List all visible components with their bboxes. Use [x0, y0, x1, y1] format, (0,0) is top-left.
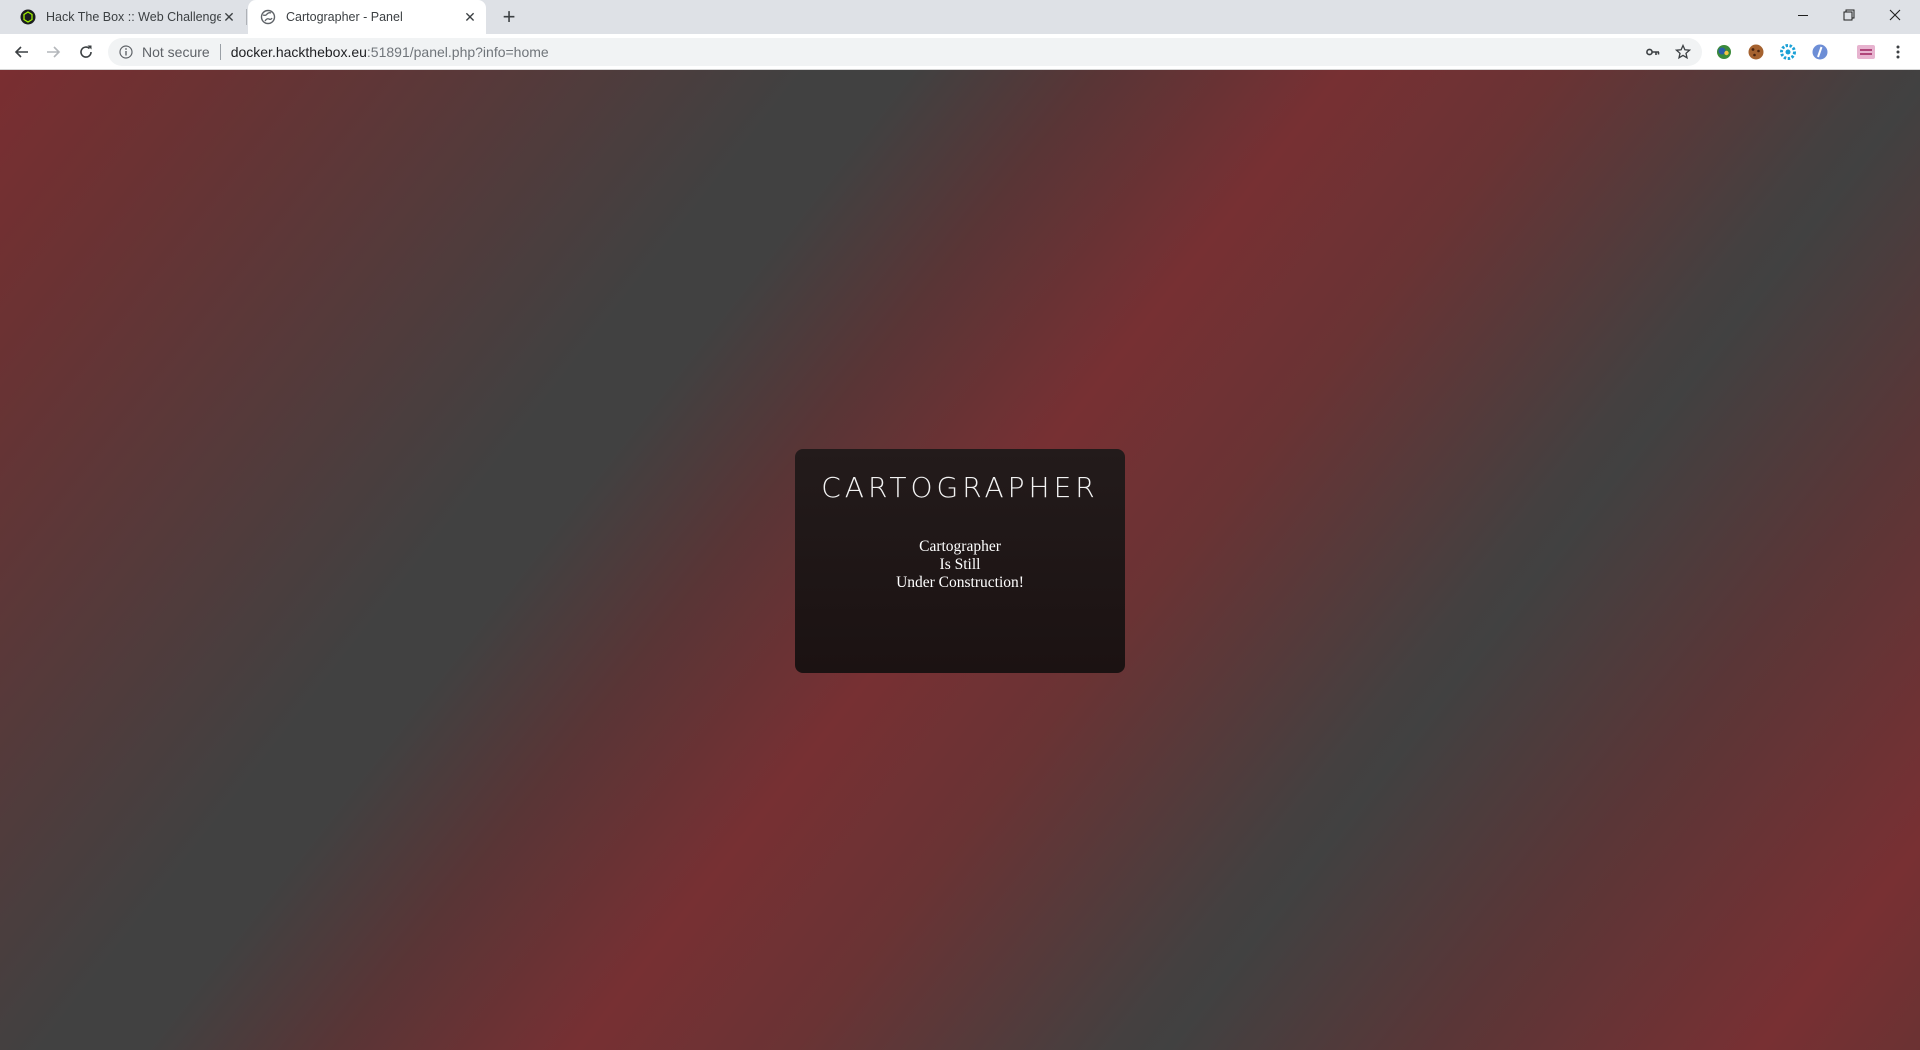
message-line: Under Construction!: [896, 574, 1024, 591]
tab-hack-the-box[interactable]: Hack The Box :: Web Challenges ✕: [8, 0, 245, 34]
security-label[interactable]: Not secure: [142, 44, 210, 60]
reload-button[interactable]: [72, 38, 100, 66]
minimize-icon: [1798, 15, 1808, 16]
restore-button[interactable]: [1826, 0, 1872, 30]
tab-cartographer-panel[interactable]: Cartographer - Panel ✕: [248, 0, 486, 34]
restore-icon: [1843, 9, 1855, 21]
wappalyzer-icon[interactable]: [1810, 42, 1830, 62]
minimize-button[interactable]: [1780, 0, 1826, 30]
tab-separator: [246, 9, 247, 25]
message-line: Is Still: [939, 556, 981, 573]
back-button[interactable]: [8, 38, 36, 66]
globe-icon: [260, 9, 276, 25]
profile-avatar-icon[interactable]: [1856, 42, 1876, 62]
close-icon: [1889, 9, 1901, 21]
panel-card: CARTOGRAPHER Cartographer Is Still Under…: [795, 449, 1125, 673]
tab-title: Hack The Box :: Web Challenges: [46, 10, 221, 24]
htb-logo-icon: [20, 9, 36, 25]
gear-extension-icon[interactable]: [1778, 42, 1798, 62]
url-path: :51891/panel.php?info=home: [366, 44, 549, 60]
new-tab-button[interactable]: +: [496, 6, 522, 28]
url-host: docker.hackthebox.eu: [230, 44, 367, 60]
address-divider: [219, 44, 221, 60]
forward-arrow-icon: [47, 46, 61, 58]
menu-icon[interactable]: [1888, 42, 1908, 62]
construction-message: Cartographer Is Still Under Construction…: [795, 538, 1125, 592]
key-icon[interactable]: [1640, 38, 1666, 66]
message-line: Cartographer: [919, 538, 1001, 555]
cartographer-logo: CARTOGRAPHER: [821, 471, 1099, 504]
close-tab-icon[interactable]: ✕: [221, 9, 237, 25]
close-window-button[interactable]: [1872, 0, 1918, 30]
bookmark-star-icon[interactable]: [1670, 38, 1696, 66]
address-bar[interactable]: Not secure docker.hackthebox.eu:51891/pa…: [108, 38, 1702, 66]
cookie-icon[interactable]: [1746, 42, 1766, 62]
info-icon[interactable]: [118, 44, 134, 60]
page-viewport: CARTOGRAPHER Cartographer Is Still Under…: [0, 70, 1920, 1050]
close-tab-icon[interactable]: ✕: [462, 9, 478, 25]
reload-icon: [80, 45, 92, 58]
forward-button[interactable]: [39, 38, 67, 66]
back-arrow-icon: [14, 46, 28, 58]
tab-title: Cartographer - Panel: [286, 10, 403, 24]
extension-icon[interactable]: [1714, 42, 1734, 62]
tab-strip: Hack The Box :: Web Challenges ✕ Cartogr…: [0, 0, 1920, 34]
browser-toolbar: Not secure docker.hackthebox.eu:51891/pa…: [0, 34, 1920, 70]
